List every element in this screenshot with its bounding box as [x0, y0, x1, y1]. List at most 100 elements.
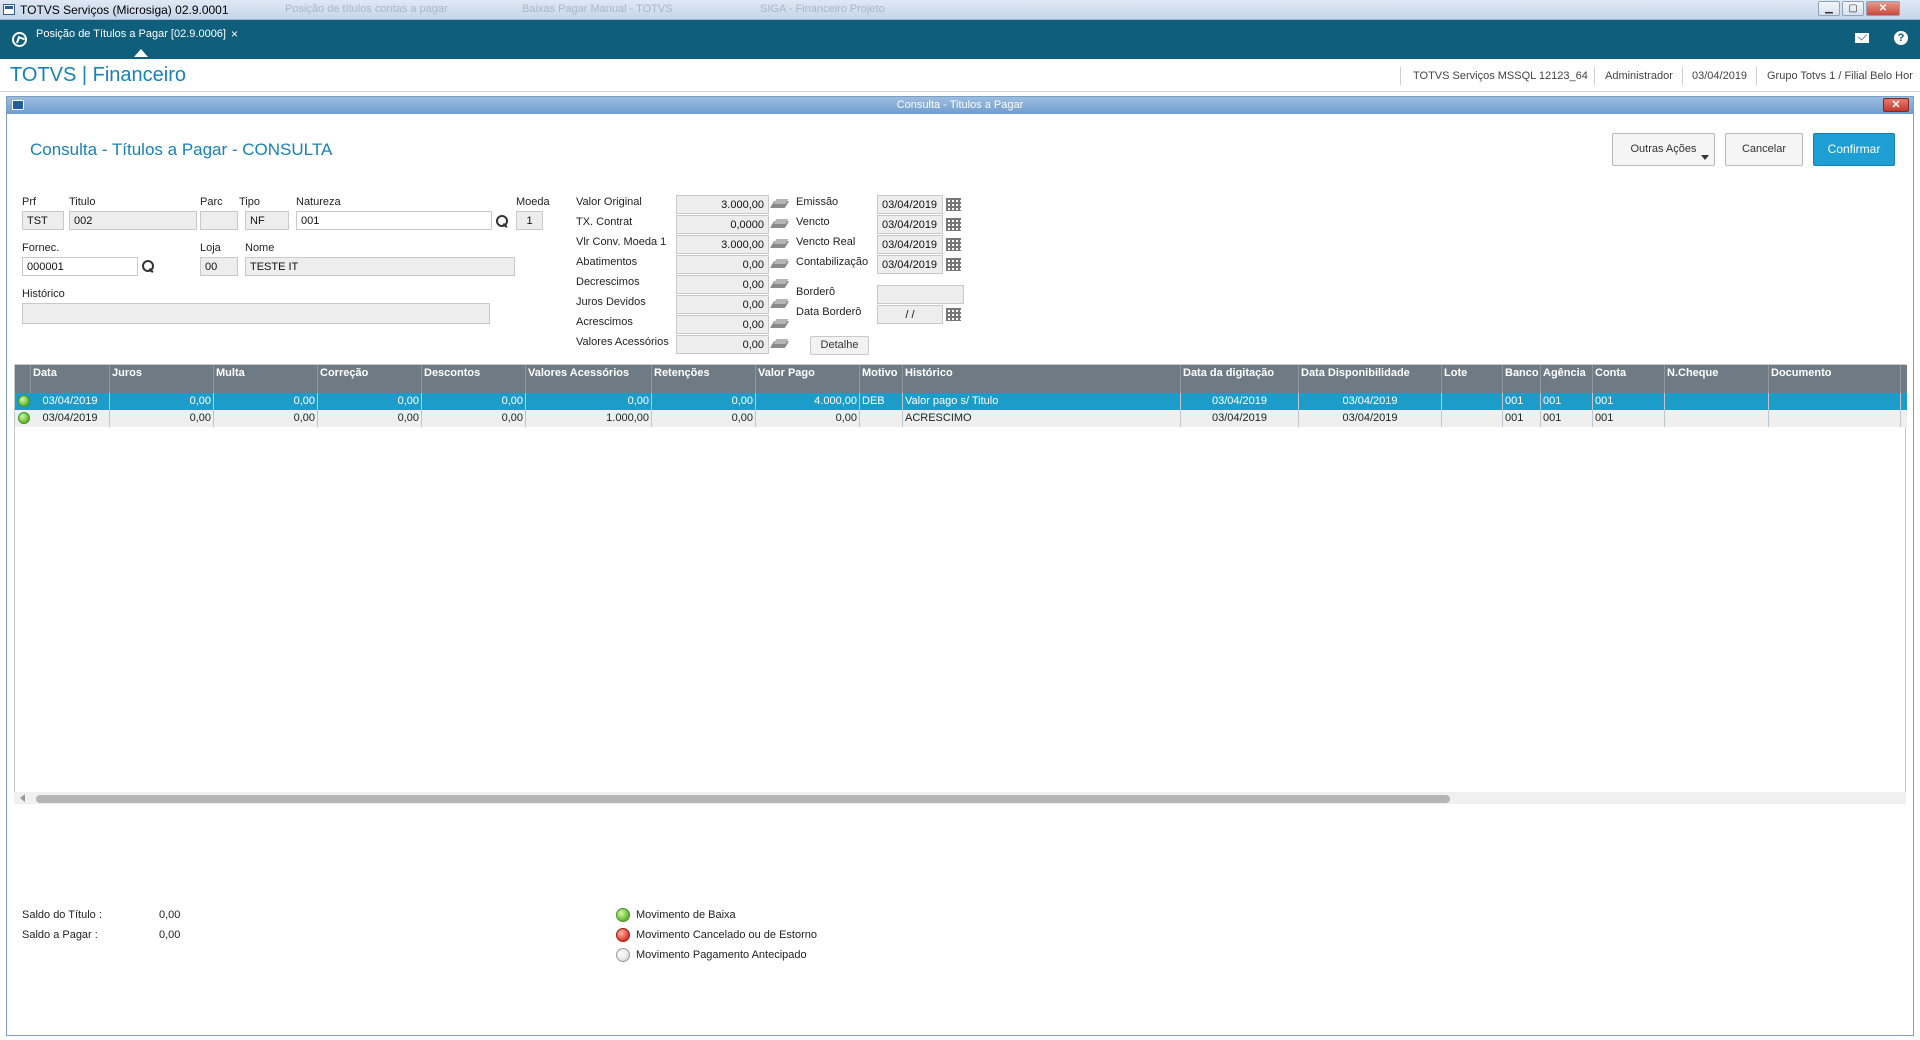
- calculator-icon[interactable]: [771, 318, 789, 330]
- date-label: Vencto Real: [796, 236, 856, 248]
- scrollbar-thumb[interactable]: [36, 795, 1450, 803]
- window-close-button[interactable]: ✕: [1866, 1, 1900, 16]
- table-row[interactable]: 03/04/2019 0,00 0,00 0,00 0,00 0,00 0,00…: [15, 393, 1907, 410]
- divider: [1682, 67, 1683, 85]
- value-label: Valor Original: [576, 196, 642, 208]
- parc-field[interactable]: [200, 211, 238, 230]
- calculator-icon[interactable]: [771, 338, 789, 350]
- table-cell: 03/04/2019: [1181, 393, 1299, 410]
- natureza-field[interactable]: 001: [296, 211, 492, 230]
- value-field[interactable]: 0,00: [676, 295, 769, 314]
- historico-field[interactable]: [22, 303, 490, 324]
- table-cell: [1769, 393, 1901, 410]
- value-field[interactable]: 0,00: [676, 335, 769, 354]
- calculator-icon[interactable]: [771, 278, 789, 290]
- nome-field[interactable]: TESTE IT: [245, 257, 515, 276]
- tab-posicao-titulos[interactable]: Posição de Títulos a Pagar [02.9.0006]: [36, 28, 226, 40]
- historico-label: Histórico: [22, 288, 65, 300]
- search-icon[interactable]: [142, 260, 155, 273]
- calendar-icon[interactable]: [946, 218, 961, 231]
- value-field[interactable]: 3.000,00: [676, 235, 769, 254]
- moeda-label: Moeda: [516, 196, 550, 208]
- search-icon[interactable]: [496, 215, 509, 228]
- moeda-field[interactable]: 1: [516, 211, 543, 230]
- minimize-button[interactable]: ▁: [1818, 1, 1840, 16]
- date-field[interactable]: 03/04/2019: [877, 195, 943, 214]
- home-icon[interactable]: [12, 32, 27, 47]
- confirm-button[interactable]: Confirmar: [1813, 133, 1895, 166]
- dialog-title-bar: Consulta - Titulos a Pagar ✕: [7, 97, 1913, 114]
- column-header[interactable]: Data Disponibilidade: [1299, 365, 1442, 393]
- table-cell: 0,00: [526, 393, 652, 410]
- value-field[interactable]: 0,00: [676, 275, 769, 294]
- column-header[interactable]: N.Cheque: [1665, 365, 1769, 393]
- value-field[interactable]: 0,00: [676, 315, 769, 334]
- detalhe-button[interactable]: Detalhe: [810, 336, 869, 355]
- value-field[interactable]: 0,0000: [676, 215, 769, 234]
- table-cell: 0,00: [422, 410, 526, 427]
- tipo-field[interactable]: NF: [245, 211, 289, 230]
- column-header[interactable]: Correção: [318, 365, 422, 393]
- movimento-baixa-status-icon: [18, 395, 30, 407]
- prf-field[interactable]: TST: [22, 211, 64, 230]
- titulo-field[interactable]: 002: [69, 211, 197, 230]
- window-title-bar: TOTVS Serviços (Microsiga) 02.9.0001 Pos…: [0, 0, 1920, 20]
- calendar-icon[interactable]: [946, 308, 961, 321]
- calendar-icon[interactable]: [946, 198, 961, 211]
- column-header[interactable]: Lote: [1442, 365, 1503, 393]
- maximize-button[interactable]: ▢: [1842, 1, 1864, 16]
- column-header[interactable]: Descontos: [422, 365, 526, 393]
- date-info: 03/04/2019: [1692, 70, 1748, 82]
- column-header[interactable]: Data: [31, 365, 110, 393]
- data-bordero-field[interactable]: / /: [877, 305, 943, 324]
- table-cell: 0,00: [110, 393, 214, 410]
- bordero-field[interactable]: [877, 285, 964, 304]
- table-cell: 0,00: [318, 393, 422, 410]
- column-header[interactable]: Valores Acessórios: [526, 365, 652, 393]
- calculator-icon[interactable]: [771, 258, 789, 270]
- value-label: TX. Contrat: [576, 216, 633, 228]
- calculator-icon[interactable]: [771, 238, 789, 250]
- background-tab[interactable]: Posição de títulos contas a pagar: [285, 3, 448, 15]
- column-header[interactable]: Banco: [1503, 365, 1541, 393]
- calculator-icon[interactable]: [771, 218, 789, 230]
- column-header[interactable]: Retenções: [652, 365, 756, 393]
- column-header[interactable]: Documento: [1769, 365, 1901, 393]
- table-cell: 001: [1503, 393, 1541, 410]
- help-icon[interactable]: ?: [1894, 31, 1908, 45]
- value-label: Acrescimos: [576, 316, 633, 328]
- fornec-field[interactable]: 000001: [22, 257, 138, 276]
- calculator-icon[interactable]: [771, 298, 789, 310]
- horizontal-scrollbar[interactable]: [14, 792, 1906, 804]
- table-cell: 001: [1593, 410, 1665, 427]
- column-header[interactable]: Multa: [214, 365, 318, 393]
- column-header[interactable]: Juros: [110, 365, 214, 393]
- column-header[interactable]: Data da digitação: [1181, 365, 1299, 393]
- calendar-icon[interactable]: [946, 238, 961, 251]
- value-field[interactable]: 3.000,00: [676, 195, 769, 214]
- tab-close-icon[interactable]: ×: [231, 27, 238, 41]
- value-field[interactable]: 0,00: [676, 255, 769, 274]
- divider: [1756, 67, 1757, 85]
- column-header[interactable]: Agência: [1541, 365, 1593, 393]
- table-row[interactable]: 03/04/2019 0,00 0,00 0,00 0,00 1.000,00 …: [15, 410, 1907, 427]
- column-header[interactable]: Histórico: [903, 365, 1181, 393]
- cancel-button[interactable]: Cancelar: [1725, 133, 1803, 166]
- column-header[interactable]: Motivo: [860, 365, 903, 393]
- column-header[interactable]: Conta: [1593, 365, 1665, 393]
- date-field[interactable]: 03/04/2019: [877, 255, 943, 274]
- server-info: TOTVS Serviços MSSQL 12123_64: [1413, 70, 1588, 82]
- mail-icon[interactable]: [1855, 33, 1869, 43]
- other-actions-button[interactable]: Outras Ações: [1612, 133, 1715, 166]
- column-header[interactable]: Valor Pago: [756, 365, 860, 393]
- status-column-header: [15, 365, 31, 393]
- calculator-icon[interactable]: [771, 198, 789, 210]
- background-tab[interactable]: Baixas Pagar Manual - TOTVS: [522, 3, 673, 15]
- date-field[interactable]: 03/04/2019: [877, 235, 943, 254]
- loja-field[interactable]: 00: [200, 257, 238, 276]
- dialog-close-button[interactable]: ✕: [1883, 98, 1909, 112]
- scroll-left-icon[interactable]: [20, 794, 25, 802]
- calendar-icon[interactable]: [946, 258, 961, 271]
- date-field[interactable]: 03/04/2019: [877, 215, 943, 234]
- background-tab[interactable]: SIGA - Financeiro Projeto: [760, 3, 885, 15]
